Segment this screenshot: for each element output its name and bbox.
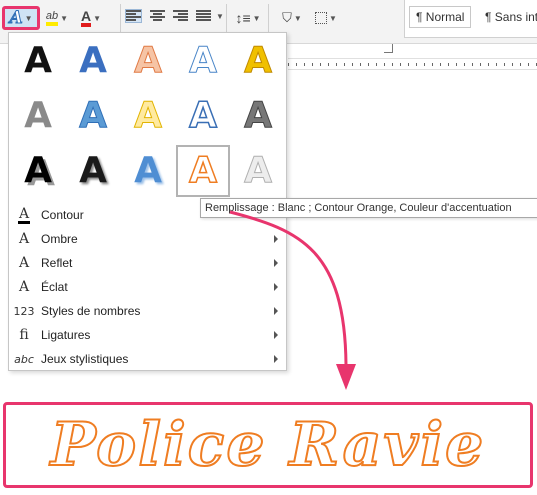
chevron-right-icon bbox=[274, 307, 278, 315]
effect-gray-bevel[interactable]: A bbox=[231, 90, 285, 142]
font-preview-box: Police Ravie bbox=[3, 402, 533, 488]
effect-white-blue-outline[interactable]: A bbox=[176, 35, 230, 87]
chevron-down-icon[interactable]: ▼ bbox=[216, 12, 224, 21]
ruler-ticks bbox=[288, 63, 537, 66]
font-color-icon: A bbox=[80, 9, 92, 27]
text-effects-icon: A bbox=[9, 8, 23, 29]
effect-yellow-outline[interactable]: A bbox=[121, 90, 175, 142]
menu-item-jeux-stylistiques[interactable]: abc Jeux stylistiques bbox=[9, 347, 286, 371]
shading-button[interactable]: ⛉ ▼ bbox=[276, 6, 308, 30]
align-center-button[interactable] bbox=[150, 10, 165, 22]
horizontal-ruler bbox=[288, 58, 537, 70]
chevron-right-icon bbox=[274, 259, 278, 267]
chevron-down-icon: ▼ bbox=[60, 13, 69, 23]
effect-blue-solid[interactable]: A bbox=[66, 35, 120, 87]
effect-white-orange-outline[interactable]: A bbox=[176, 145, 230, 197]
borders-icon bbox=[315, 12, 328, 24]
menu-item-styles-nombres[interactable]: 123 Styles de nombres bbox=[9, 299, 286, 323]
font-color-button[interactable]: A ▼ bbox=[76, 6, 106, 30]
stylistic-sets-icon: abc bbox=[14, 352, 34, 366]
effect-gray-gradient[interactable]: A bbox=[11, 90, 65, 142]
line-spacing-button[interactable]: ↕≡ ▼ bbox=[232, 6, 264, 30]
style-no-spacing[interactable]: ¶ Sans int... bbox=[479, 6, 537, 28]
effect-gold-solid[interactable]: A bbox=[231, 35, 285, 87]
chevron-right-icon bbox=[274, 235, 278, 243]
paragraph-dialog-launcher-icon[interactable] bbox=[384, 44, 393, 53]
effect-tooltip: Remplissage : Blanc ; Contour Orange, Co… bbox=[200, 198, 537, 218]
text-effects-menu: A Contour A Ombre A Reflet A Éclat 123 S… bbox=[9, 203, 286, 371]
styles-gallery: ¶ Normal ¶ Sans int... bbox=[404, 0, 537, 38]
reflection-icon: A bbox=[18, 255, 30, 271]
highlighter-icon: ab bbox=[45, 10, 59, 26]
outline-icon: A bbox=[17, 206, 31, 224]
chevron-right-icon bbox=[274, 331, 278, 339]
effect-blue-shadow[interactable]: A bbox=[121, 145, 175, 197]
glow-icon: A bbox=[18, 279, 30, 295]
text-effects-button[interactable]: A ▼ bbox=[2, 6, 40, 30]
effect-black-shadow[interactable]: A bbox=[11, 145, 65, 197]
effect-black-shadow-2[interactable]: A bbox=[66, 145, 120, 197]
effect-white-blue-glow[interactable]: A bbox=[176, 90, 230, 142]
menu-item-ligatures[interactable]: fi Ligatures bbox=[9, 323, 286, 347]
chevron-down-icon: ▼ bbox=[252, 13, 261, 23]
highlight-color-button[interactable]: ab ▼ bbox=[42, 6, 72, 30]
menu-item-eclat[interactable]: A Éclat bbox=[9, 275, 286, 299]
paint-bucket-icon: ⛉ bbox=[282, 10, 292, 25]
menu-item-reflet[interactable]: A Reflet bbox=[9, 251, 286, 275]
chevron-down-icon: ▼ bbox=[293, 13, 302, 23]
borders-button[interactable]: ▼ bbox=[310, 6, 342, 30]
font-preview-text: Police Ravie bbox=[50, 409, 486, 481]
effect-blue-reflect[interactable]: A bbox=[66, 90, 120, 142]
ligatures-icon: fi bbox=[19, 327, 29, 343]
menu-item-ombre[interactable]: A Ombre bbox=[9, 227, 286, 251]
effect-peach-outline[interactable]: A bbox=[121, 35, 175, 87]
chevron-down-icon: ▼ bbox=[329, 13, 337, 23]
number-styles-icon: 123 bbox=[13, 304, 35, 318]
chevron-down-icon: ▼ bbox=[93, 13, 102, 23]
effect-black-solid[interactable]: A bbox=[11, 35, 65, 87]
chevron-right-icon bbox=[274, 355, 278, 363]
shadow-icon: A bbox=[18, 231, 30, 247]
line-spacing-icon: ↕≡ bbox=[235, 10, 251, 26]
justify-button[interactable] bbox=[196, 10, 211, 22]
effect-light-gray[interactable]: A bbox=[231, 145, 285, 197]
chevron-right-icon bbox=[274, 283, 278, 291]
align-right-button[interactable] bbox=[173, 10, 188, 22]
align-left-button[interactable] bbox=[125, 9, 142, 23]
style-normal[interactable]: ¶ Normal bbox=[409, 6, 471, 28]
text-effects-gallery: A A A A A A A A A A A A A A A bbox=[9, 33, 286, 201]
chevron-down-icon: ▼ bbox=[24, 13, 33, 23]
